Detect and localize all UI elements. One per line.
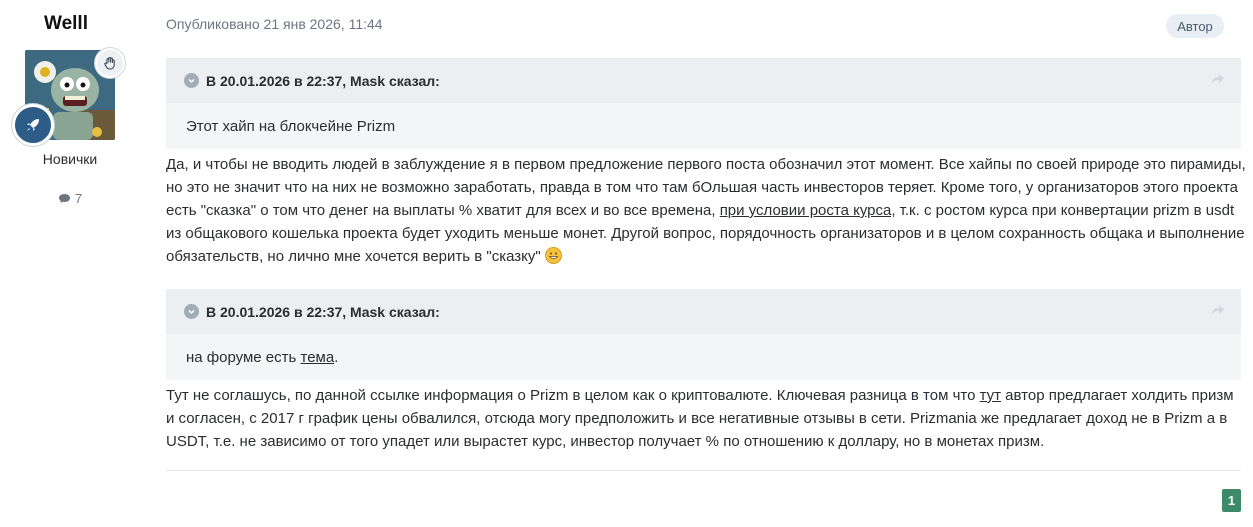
quote-header-text: В 20.01.2026 в 22:37, Mask сказал:	[206, 303, 440, 320]
post-count-value: 7	[74, 191, 83, 206]
rocket-icon[interactable]	[12, 104, 54, 146]
quote-header-text: В 20.01.2026 в 22:37, Mask сказал:	[206, 72, 440, 89]
quote-body: Этот хайп на блокчейне Prizm	[186, 117, 396, 135]
post-paragraph: Да, и чтобы не вводить людей в заблужден…	[166, 153, 1246, 268]
post-date[interactable]: Опубликовано 21 янв 2026, 11:44	[166, 16, 383, 32]
share-arrow-icon[interactable]	[1211, 303, 1225, 319]
post-paragraph: Тут не соглашусь, по данной ссылке инфор…	[166, 384, 1246, 453]
comment-icon	[58, 194, 70, 203]
quote-header[interactable]: В 20.01.2026 в 22:37, Mask сказал:	[166, 289, 1241, 334]
post-count[interactable]: 7	[0, 191, 140, 206]
quote-header[interactable]: В 20.01.2026 в 22:37, Mask сказал:	[166, 58, 1241, 103]
quote-body-text: на форуме есть	[186, 348, 301, 366]
quote-body-text: .	[334, 348, 339, 366]
reputation-badge[interactable]: 1	[1222, 489, 1241, 512]
quote-block: В 20.01.2026 в 22:37, Mask сказал: Этот …	[166, 58, 1241, 149]
chevron-down-icon[interactable]	[184, 73, 199, 88]
grinning-face-emoji-icon	[544, 247, 562, 264]
share-arrow-icon[interactable]	[1211, 72, 1225, 88]
chevron-down-icon[interactable]	[184, 304, 199, 319]
paragraph-text: Тут не соглашусь, по данной ссылке инфор…	[166, 387, 980, 404]
quote-body: на форуме есть тема.	[166, 334, 1241, 380]
author-rank: Новички	[42, 151, 98, 167]
author-tag-badge: Автор	[1166, 14, 1224, 38]
quote-block: В 20.01.2026 в 22:37, Mask сказал: на фо…	[166, 289, 1241, 380]
quote-link[interactable]: тема	[301, 349, 335, 366]
raised-hand-icon[interactable]	[95, 48, 125, 78]
inline-link[interactable]: тут	[980, 387, 1001, 404]
divider	[166, 470, 1241, 471]
author-username[interactable]: Welll	[0, 13, 132, 35]
inline-link[interactable]: при условии роста курса,	[720, 202, 896, 219]
